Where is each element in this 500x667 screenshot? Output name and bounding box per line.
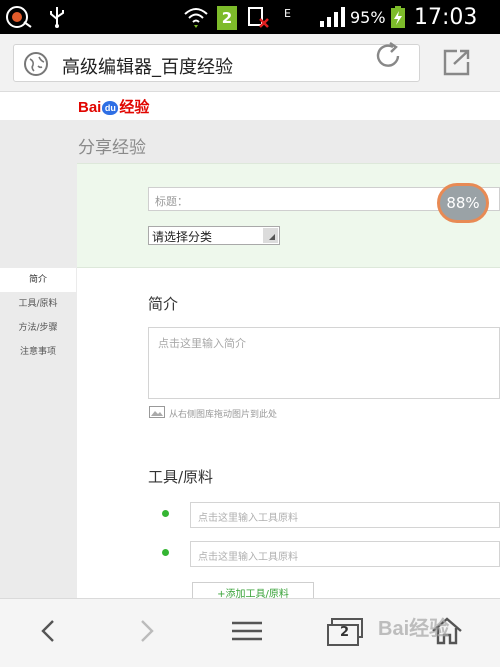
clock: 17:03 (414, 4, 478, 30)
page-title: 高级编辑器_百度经验 (62, 57, 233, 78)
watermark: Bai经验 (378, 618, 450, 640)
tool-input-1[interactable]: 点击这里输入工具原料 (190, 502, 500, 528)
bullet-dot-icon (162, 549, 169, 556)
url-field[interactable]: 高级编辑器_百度经验 (13, 44, 420, 82)
notification-app-icon (5, 5, 33, 29)
status-bar: 2 E 95% 17:03 (0, 0, 500, 34)
signal-icon (318, 5, 348, 29)
category-select[interactable]: 请选择分类 (148, 226, 280, 245)
intro-textarea[interactable]: 点击这里输入简介 (148, 327, 500, 399)
refresh-icon[interactable] (372, 40, 404, 76)
tool-input-2[interactable]: 点击这里输入工具原料 (190, 541, 500, 567)
usb-icon (46, 5, 68, 29)
site-header: Bai du 经验 (0, 92, 500, 120)
logo-paw: du (102, 101, 119, 115)
back-icon[interactable] (37, 615, 59, 651)
no-sim-icon (246, 5, 270, 29)
bullet-dot-icon (162, 510, 169, 517)
nav-item-steps[interactable]: 方法/步骤 (0, 316, 76, 340)
wifi-icon (183, 5, 209, 29)
add-tool-button[interactable]: +添加工具/原料 (192, 582, 314, 598)
intro-section-title: 简介 (148, 295, 179, 313)
drag-hint: 从右侧图库拖动图片到此处 (149, 406, 277, 421)
battery-percent: 95% (350, 7, 386, 27)
baidu-jingyan-logo[interactable]: Bai du 经验 (78, 96, 149, 117)
drag-hint-text: 从右侧图库拖动图片到此处 (169, 410, 278, 420)
left-nav: 简介 工具/原料 方法/步骤 注意事项 (0, 268, 76, 364)
nav-item-tools[interactable]: 工具/原料 (0, 292, 76, 316)
progress-badge: 88% (437, 183, 489, 223)
image-icon (149, 406, 165, 421)
globe-icon (23, 51, 49, 81)
battery-charging-icon (389, 5, 407, 29)
tab-count: 2 (340, 625, 350, 640)
share-icon[interactable] (441, 49, 471, 81)
category-select-value: 请选择分类 (152, 230, 213, 244)
dropdown-arrow-icon[interactable] (263, 228, 278, 243)
tools-section-title: 工具/原料 (148, 468, 214, 486)
address-bar: 高级编辑器_百度经验 (0, 34, 500, 92)
forward-icon[interactable] (136, 615, 158, 651)
share-heading: 分享经验 (78, 138, 146, 158)
network-type: E (284, 6, 291, 20)
title-panel (77, 163, 500, 268)
logo-jingyan: 经验 (119, 99, 150, 116)
nav-item-intro[interactable]: 简介 (0, 268, 76, 292)
logo-bai: Bai (78, 99, 102, 116)
nav-item-notes[interactable]: 注意事项 (0, 340, 76, 364)
sim-badge: 2 (217, 6, 237, 30)
menu-icon[interactable] (230, 615, 264, 651)
